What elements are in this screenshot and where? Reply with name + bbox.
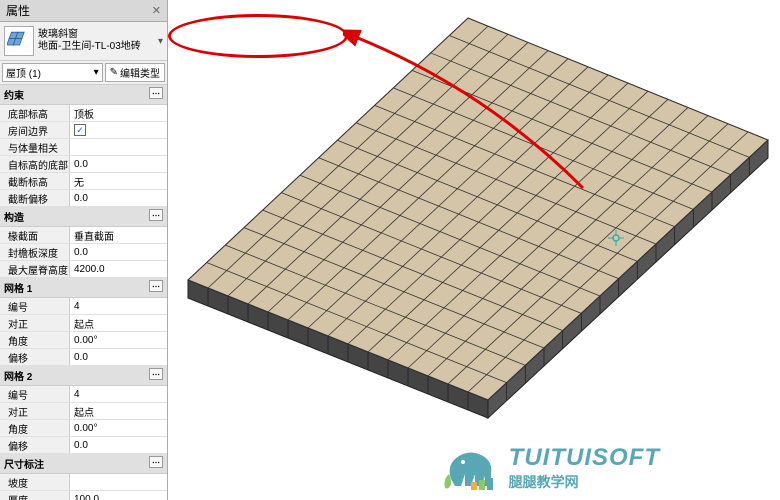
panel-title-text: 属性	[6, 2, 30, 19]
property-row[interactable]: 对正起点	[0, 315, 167, 332]
property-label: 封檐板深度	[0, 244, 70, 260]
watermark-title: TUITUISOFT	[509, 444, 660, 472]
property-value[interactable]: 起点	[70, 315, 167, 331]
property-label: 对正	[0, 315, 70, 331]
property-row[interactable]: 房间边界 ✓	[0, 122, 167, 139]
property-label: 截断偏移	[0, 190, 70, 206]
floor-grid-model[interactable]	[168, 0, 780, 500]
property-row[interactable]: 截断偏移0.0	[0, 190, 167, 207]
property-label: 与体量相关	[0, 139, 70, 155]
properties-panel: 属性 ✕ 玻璃斜窗 地面-卫生间-TL-03地砖 ▾ 屋顶 (1)▾ ✎编辑类型…	[0, 0, 168, 500]
expand-icon[interactable]: ⋯	[149, 87, 163, 99]
property-row[interactable]: 封檐板深度0.0	[0, 244, 167, 261]
checkbox-icon[interactable]: ✓	[74, 124, 86, 136]
property-row[interactable]: 偏移0.0	[0, 437, 167, 454]
property-row[interactable]: 自标高的底部...0.0	[0, 156, 167, 173]
property-row[interactable]: 角度0.00°	[0, 332, 167, 349]
property-label: 自标高的底部...	[0, 156, 70, 172]
property-label: 椽截面	[0, 227, 70, 243]
panel-title-bar: 属性 ✕	[0, 0, 167, 22]
property-row[interactable]: 与体量相关	[0, 139, 167, 156]
edit-type-button[interactable]: ✎编辑类型	[105, 63, 165, 82]
property-label: 编号	[0, 386, 70, 402]
property-value[interactable]: 0.0	[70, 437, 167, 453]
property-value[interactable]: 0.00°	[70, 332, 167, 348]
group-header[interactable]: 构造⋯	[0, 207, 167, 227]
property-value[interactable]: 顶板	[70, 105, 167, 121]
property-row[interactable]: 偏移0.0	[0, 349, 167, 366]
property-label: 偏移	[0, 349, 70, 365]
group-header[interactable]: 尺寸标注⋯	[0, 454, 167, 474]
property-row[interactable]: 编号4	[0, 386, 167, 403]
watermark: TUITUISOFT 腿腿教学网	[441, 444, 660, 492]
property-row[interactable]: 厚度100.0	[0, 491, 167, 500]
property-label: 厚度	[0, 491, 70, 500]
expand-icon[interactable]: ⋯	[149, 209, 163, 221]
property-label: 坡度	[0, 474, 70, 490]
property-value[interactable]: 0.0	[70, 156, 167, 172]
property-label: 房间边界	[0, 122, 70, 138]
property-value[interactable]: 100.0	[70, 491, 167, 500]
elephant-logo-icon	[441, 444, 501, 492]
property-row[interactable]: 截断标高无	[0, 173, 167, 190]
property-value[interactable]: 0.0	[70, 190, 167, 206]
property-row[interactable]: 底部标高顶板	[0, 105, 167, 122]
property-value[interactable]: 0.00°	[70, 420, 167, 436]
property-value[interactable]: ✓	[70, 122, 167, 138]
property-value[interactable]: 4	[70, 386, 167, 402]
property-value[interactable]: 4	[70, 298, 167, 314]
property-label: 底部标高	[0, 105, 70, 121]
property-value[interactable]: 0.0	[70, 349, 167, 365]
property-label: 编号	[0, 298, 70, 314]
type-name: 玻璃斜窗 地面-卫生间-TL-03地砖	[38, 29, 154, 53]
expand-icon[interactable]: ⋯	[149, 280, 163, 292]
property-row[interactable]: 对正起点	[0, 403, 167, 420]
property-label: 最大屋脊高度	[0, 261, 70, 277]
property-row[interactable]: 坡度	[0, 474, 167, 491]
type-thumbnail-icon	[4, 26, 34, 56]
group-header[interactable]: 网格 1⋯	[0, 278, 167, 298]
property-row[interactable]: 最大屋脊高度4200.0	[0, 261, 167, 278]
close-icon[interactable]: ✕	[152, 4, 161, 17]
edit-icon: ✎	[110, 67, 118, 78]
chevron-down-icon: ▾	[94, 67, 99, 78]
expand-icon[interactable]: ⋯	[149, 368, 163, 380]
expand-icon[interactable]: ⋯	[149, 456, 163, 468]
property-row[interactable]: 角度0.00°	[0, 420, 167, 437]
group-header[interactable]: 网格 2⋯	[0, 366, 167, 386]
property-value[interactable]: 无	[70, 173, 167, 189]
property-value[interactable]: 起点	[70, 403, 167, 419]
filter-dropdown[interactable]: 屋顶 (1)▾	[2, 63, 103, 82]
property-label: 角度	[0, 420, 70, 436]
type-selector[interactable]: 玻璃斜窗 地面-卫生间-TL-03地砖 ▾	[0, 22, 167, 61]
property-row[interactable]: 椽截面垂直截面	[0, 227, 167, 244]
property-row[interactable]: 编号4	[0, 298, 167, 315]
property-label: 偏移	[0, 437, 70, 453]
property-value[interactable]: 垂直截面	[70, 227, 167, 243]
filter-row: 屋顶 (1)▾ ✎编辑类型	[0, 61, 167, 85]
properties-grid: 约束⋯底部标高顶板房间边界✓与体量相关自标高的底部...0.0截断标高无截断偏移…	[0, 85, 167, 500]
property-value[interactable]: 0.0	[70, 244, 167, 260]
property-label: 对正	[0, 403, 70, 419]
group-header[interactable]: 约束⋯	[0, 85, 167, 105]
pivot-marker-icon	[608, 230, 624, 246]
property-value[interactable]: 4200.0	[70, 261, 167, 277]
chevron-down-icon[interactable]: ▾	[158, 36, 163, 47]
property-label: 角度	[0, 332, 70, 348]
watermark-subtitle: 腿腿教学网	[509, 472, 660, 492]
property-value[interactable]	[70, 139, 167, 155]
property-value[interactable]	[70, 474, 167, 490]
3d-viewport[interactable]: TUITUISOFT 腿腿教学网	[168, 0, 780, 500]
property-label: 截断标高	[0, 173, 70, 189]
